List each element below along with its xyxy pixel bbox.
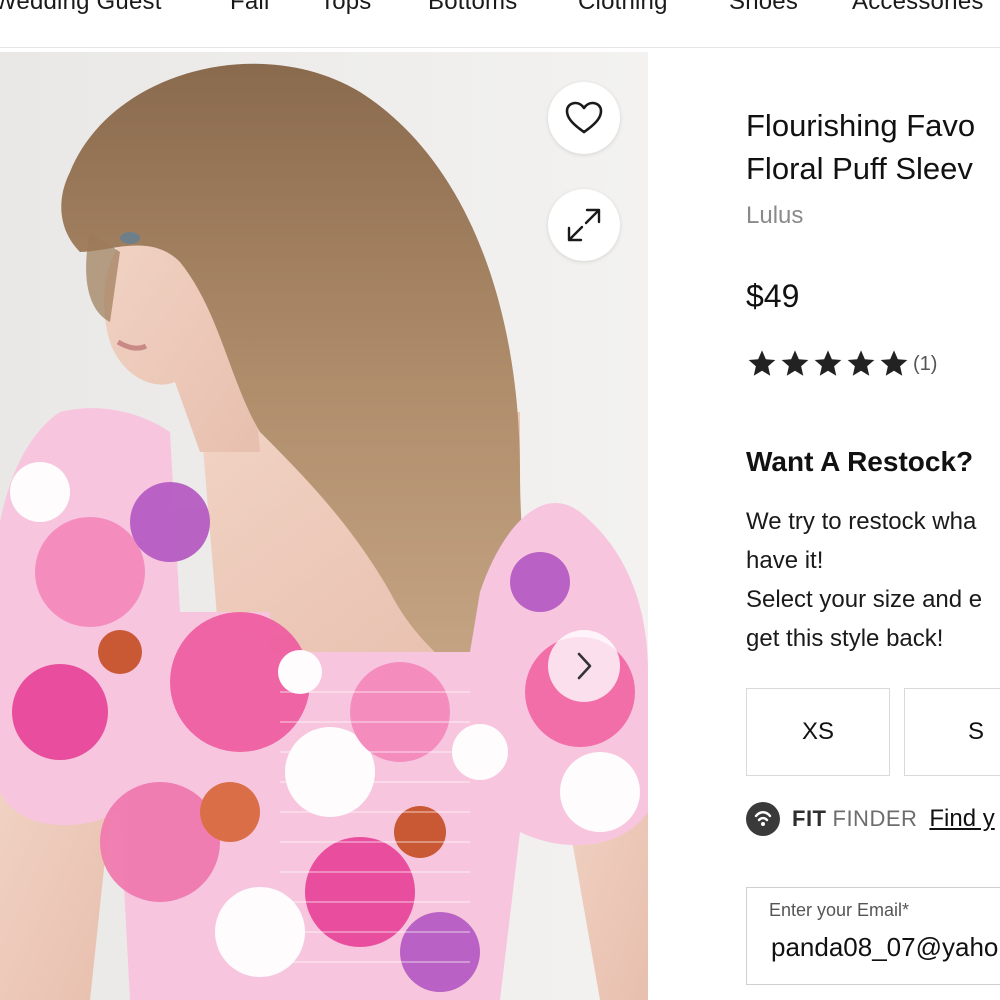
size-selector: XS S <box>746 688 1000 776</box>
nav-item-tops[interactable]: Tops <box>320 0 372 16</box>
restock-line: We try to restock wha <box>746 508 977 535</box>
fit-finder-icon <box>746 802 780 836</box>
nav-item-clothing[interactable]: Clothing <box>578 0 668 16</box>
fit-finder-logo-finder: FINDER <box>832 806 918 831</box>
restock-description: We try to restock wha have it! Select yo… <box>746 502 1000 658</box>
nav-item-accessories[interactable]: Accessories <box>852 0 984 16</box>
restock-line: Select your size and e <box>746 586 983 613</box>
chevron-right-icon <box>577 652 592 680</box>
size-option-xs[interactable]: XS <box>746 688 890 776</box>
star-icon <box>880 350 908 376</box>
wishlist-button[interactable] <box>548 82 620 154</box>
star-icon <box>847 350 875 376</box>
heart-icon <box>565 101 603 134</box>
restock-line: have it! <box>746 547 824 574</box>
restock-line: get this style back! <box>746 625 944 652</box>
find-your-size-link[interactable]: Find y <box>929 805 994 833</box>
star-icon <box>781 350 809 376</box>
product-photo <box>0 52 648 1000</box>
restock-heading: Want A Restock? <box>746 446 974 477</box>
nav-item-bottoms[interactable]: Bottoms <box>428 0 517 16</box>
next-image-button[interactable] <box>548 630 620 702</box>
fit-finder-logo-fit: FIT <box>792 806 827 831</box>
star-icon <box>748 350 776 376</box>
product-price: $49 <box>746 278 800 314</box>
product-title: Flourishing Favo Floral Puff Sleev <box>746 104 1000 190</box>
email-field[interactable]: Enter your Email* <box>746 887 1000 985</box>
expand-image-button[interactable] <box>548 189 620 261</box>
product-rating[interactable]: (1) <box>746 348 937 380</box>
email-field-label: Enter your Email* <box>769 900 910 920</box>
email-input[interactable] <box>771 932 1000 963</box>
expand-icon <box>567 208 601 242</box>
nav-item-fall[interactable]: Fall <box>230 0 269 16</box>
product-image-gallery <box>0 52 648 1000</box>
nav-item-wedding-guest[interactable]: Wedding Guest <box>0 0 162 16</box>
star-icon <box>814 350 842 376</box>
product-title-line-1: Flourishing Favo <box>746 108 976 143</box>
nav-item-shoes[interactable]: Shoes <box>729 0 798 16</box>
brand-link[interactable]: Lulus <box>746 202 803 230</box>
product-title-line-2: Floral Puff Sleev <box>746 151 973 186</box>
review-count[interactable]: (1) <box>913 353 937 376</box>
fit-finder: FIT FINDER Find y <box>746 802 995 836</box>
product-info-panel: Flourishing Favo Floral Puff Sleev Lulus… <box>648 52 1000 1000</box>
top-navigation: Wedding Guest Fall Tops Bottoms Clothing… <box>0 0 1000 48</box>
size-option-s[interactable]: S <box>904 688 1000 776</box>
